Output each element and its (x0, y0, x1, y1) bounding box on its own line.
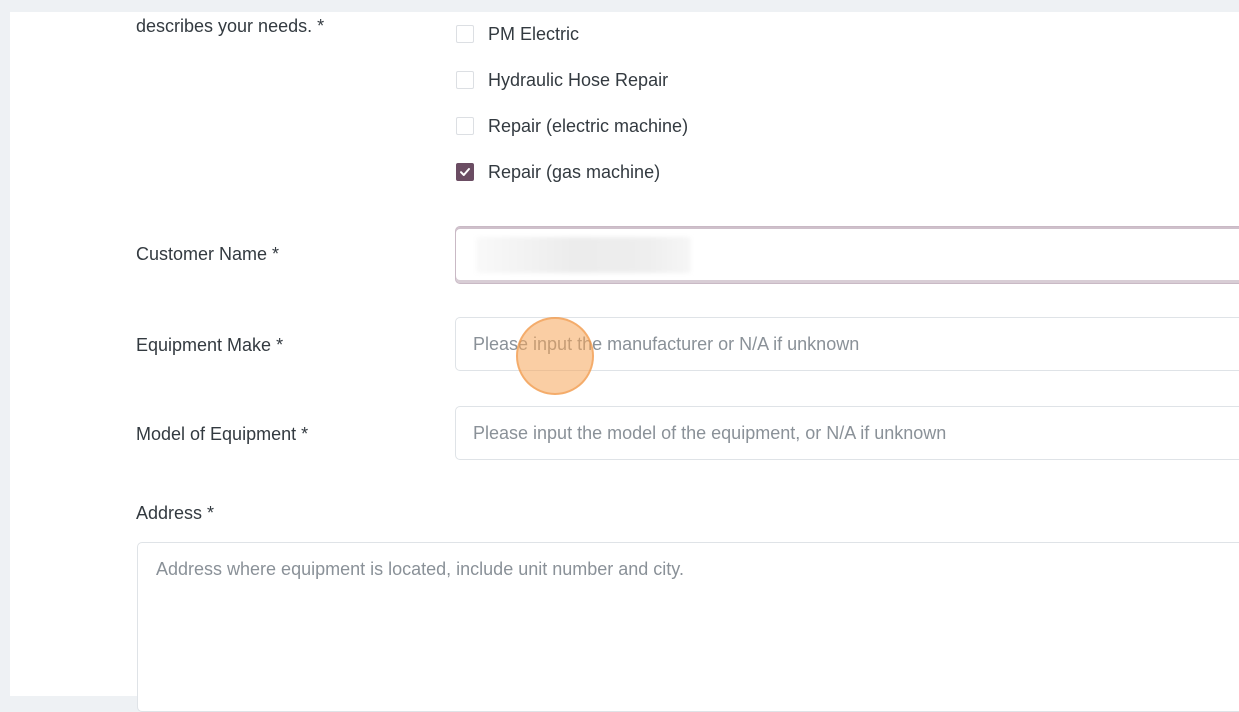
address-placeholder: Address where equipment is located, incl… (156, 559, 684, 579)
option-label: Repair (gas machine) (488, 161, 661, 182)
model-of-equipment-input[interactable]: Please input the model of the equipment,… (455, 406, 1239, 460)
checkbox-pm-electric[interactable] (456, 25, 474, 43)
address-textarea[interactable]: Address where equipment is located, incl… (137, 542, 1239, 712)
checkbox-hydraulic-hose-repair[interactable] (456, 71, 474, 89)
form-page: describes your needs. * PM Electric Hydr… (10, 12, 1239, 712)
checkbox-repair-gas[interactable] (456, 163, 474, 181)
equipment-make-input[interactable]: Please input the manufacturer or N/A if … (455, 317, 1239, 371)
option-hydraulic-hose-repair[interactable]: Hydraulic Hose Repair (456, 69, 668, 91)
option-repair-electric[interactable]: Repair (electric machine) (456, 115, 688, 137)
option-label: Hydraulic Hose Repair (488, 69, 669, 90)
option-pm-electric[interactable]: PM Electric (456, 23, 579, 45)
equipment-make-label: Equipment Make * (136, 335, 284, 355)
option-label: Repair (electric machine) (488, 115, 689, 136)
service-type-label: describes your needs. * (136, 16, 325, 36)
checkbox-repair-electric[interactable] (456, 117, 474, 135)
redacted-value (476, 237, 691, 273)
equipment-make-placeholder: Please input the manufacturer or N/A if … (473, 333, 860, 354)
model-of-equipment-label: Model of Equipment * (136, 424, 309, 444)
option-label: PM Electric (488, 23, 580, 44)
check-icon (460, 168, 470, 176)
customer-name-input[interactable] (455, 226, 1239, 284)
option-repair-gas[interactable]: Repair (gas machine) (456, 161, 660, 183)
customer-name-label: Customer Name * (136, 244, 280, 264)
address-label: Address * (136, 503, 215, 523)
model-of-equipment-placeholder: Please input the model of the equipment,… (473, 422, 947, 443)
